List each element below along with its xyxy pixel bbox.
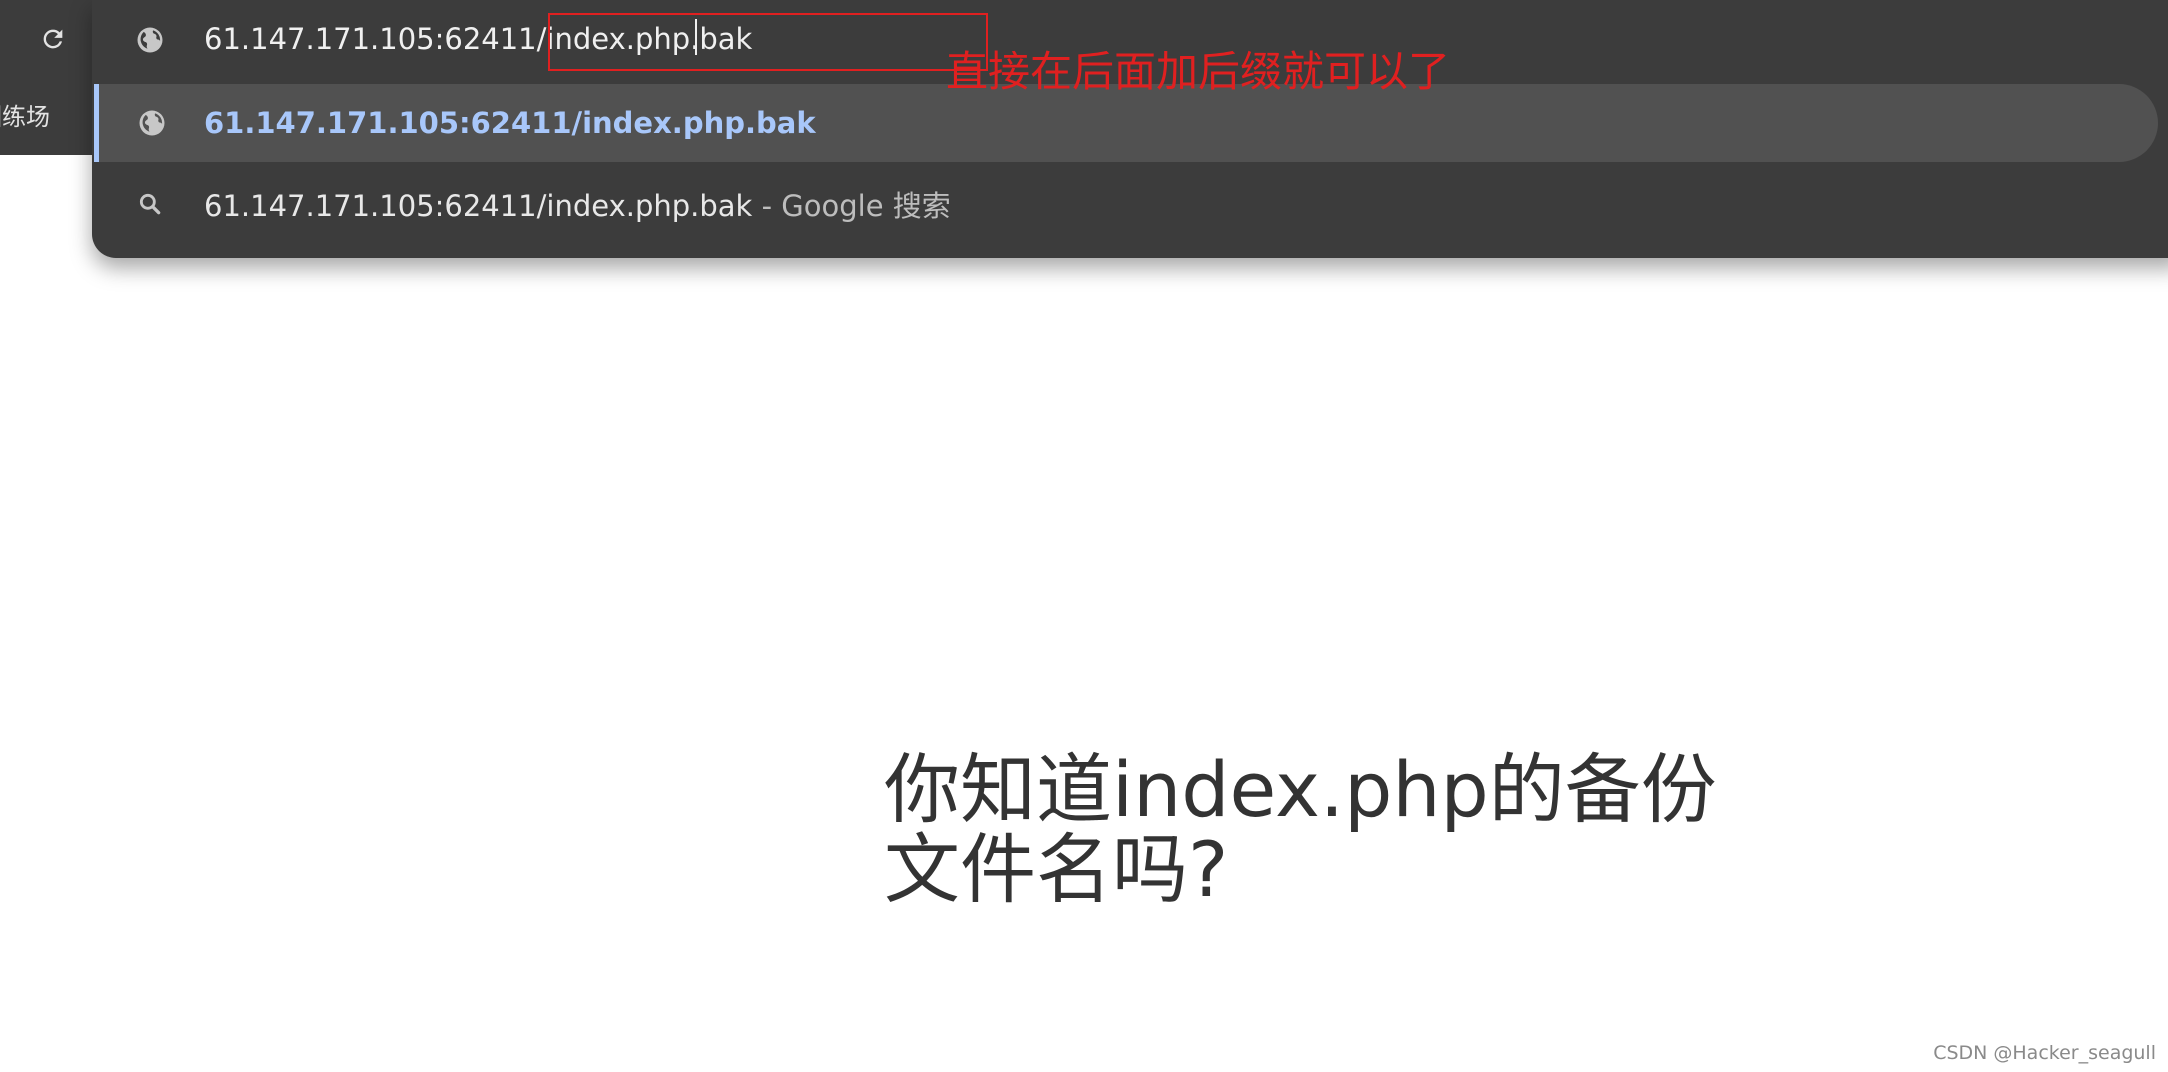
text-caret <box>695 19 697 55</box>
annotation-note: 直接在后面加后缀就可以了 <box>946 47 1451 96</box>
suggestion-row-search[interactable]: 61.147.171.105:62411/index.php.bak - Goo… <box>92 165 2168 243</box>
watermark: CSDN @Hacker_seagull <box>1933 1042 2156 1064</box>
suggestion-url: 61.147.171.105:62411/index.php.bak <box>204 106 816 140</box>
reload-icon <box>43 29 63 49</box>
search-suggestion-text: 61.147.171.105:62411/index.php.bak - Goo… <box>204 183 951 225</box>
search-icon <box>134 188 166 220</box>
search-query: 61.147.171.105:62411/index.php.bak <box>204 189 753 223</box>
search-engine-label: Google 搜索 <box>781 189 951 223</box>
search-separator: - <box>761 189 773 223</box>
reload-button[interactable] <box>30 16 76 62</box>
focus-indicator <box>94 84 99 162</box>
bookmark-item[interactable]: 训练场 <box>0 100 50 134</box>
page-heading: 你知道index.php的备份文件名吗? <box>884 745 1717 914</box>
globe-icon <box>134 24 166 56</box>
url-input[interactable] <box>204 18 804 60</box>
globe-icon <box>136 107 168 139</box>
